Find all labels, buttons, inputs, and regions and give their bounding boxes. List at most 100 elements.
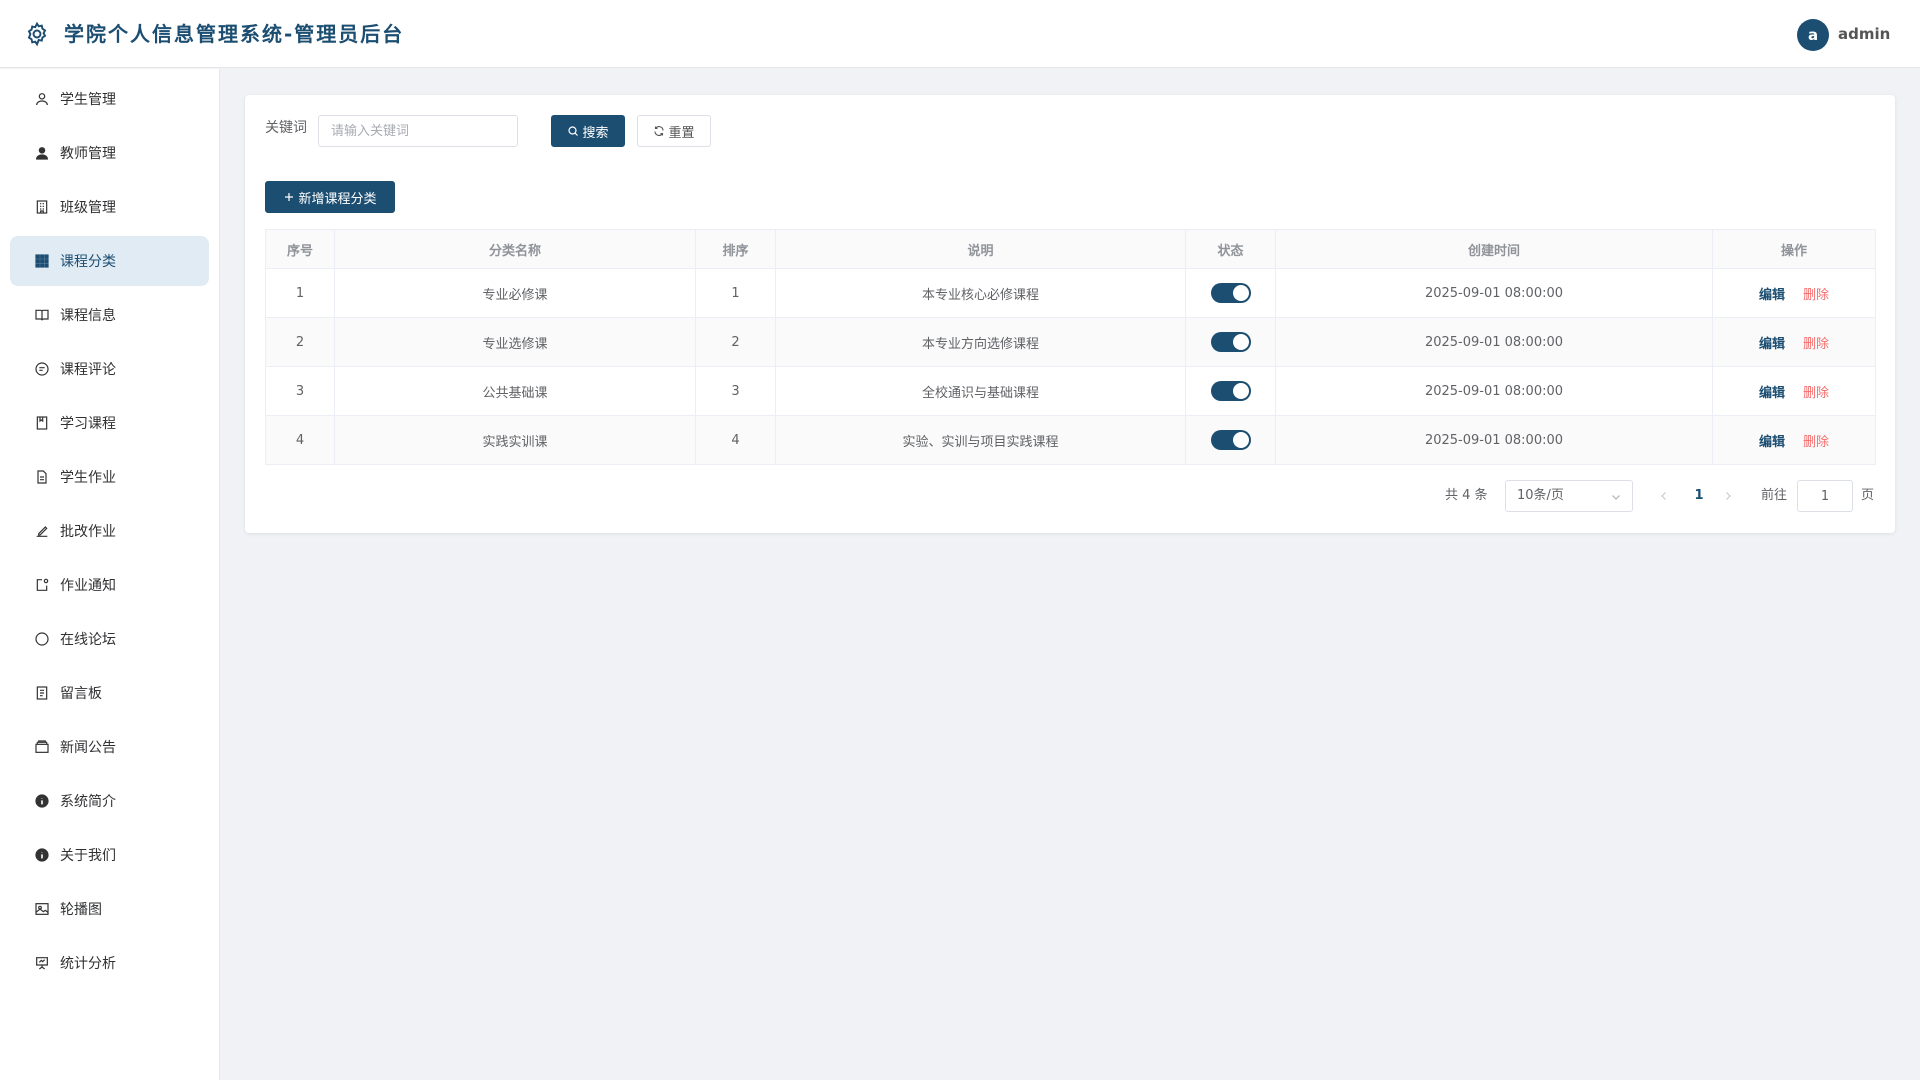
wallet-icon [34,739,50,755]
chart-board-icon [34,955,50,971]
status-toggle[interactable] [1210,332,1251,352]
sidebar-item[interactable]: 首页 [10,69,209,70]
delete-button[interactable]: 删除 [1803,435,1829,450]
sidebar-item-label: 在线论坛 [60,632,116,648]
goto-page-input[interactable] [1797,480,1853,512]
cell-name: 实践实训课 [334,415,696,465]
edit-button[interactable]: 编辑 [1759,386,1785,401]
reset-button[interactable]: 重置 [637,115,711,147]
sidebar-item-label: 学习课程 [60,416,116,432]
edit-button[interactable]: 编辑 [1759,288,1785,303]
cell-status [1185,366,1276,416]
column-header: 序号 [265,229,335,269]
document-icon [34,469,50,485]
cell-created-time: 2025-09-01 08:00:00 [1275,415,1713,465]
add-category-button[interactable]: 新增课程分类 [265,181,395,213]
cell-actions: 编辑 删除 [1712,415,1876,465]
sidebar-item-label: 统计分析 [60,956,116,972]
sidebar-item-label: 关于我们 [60,848,116,864]
chevron-down-icon [1612,495,1620,500]
sidebar-item[interactable]: 课程信息 [10,290,209,340]
sidebar-item[interactable]: 课程评论 [10,344,209,394]
category-table: 序号 分类名称 排序 说明 状态 创建时间 操作 1 专业必修课 1 本专业核心… [265,229,1876,465]
pagination-total: 共 4 条 [1445,488,1488,503]
sidebar-item[interactable]: 批改作业 [10,506,209,556]
cell-description: 全校通识与基础课程 [775,366,1186,416]
add-category-label: 新增课程分类 [298,191,377,207]
cell-index: 4 [265,415,335,465]
username[interactable]: admin [1838,0,1890,68]
sidebar-item-label: 课程信息 [60,308,116,324]
main-card: 关键词 搜索 重置 新增课程分类 序号 分类名称 排序 说明 状态 创建时间 操… [245,95,1895,533]
cell-actions: 编辑 删除 [1712,268,1876,318]
keyword-input[interactable] [318,115,518,147]
sidebar-item-label: 课程分类 [60,254,116,270]
sidebar-item[interactable]: 学生作业 [10,452,209,502]
status-toggle[interactable] [1210,430,1251,450]
sidebar-item[interactable]: 关于我们 [10,830,209,880]
edit-button[interactable]: 编辑 [1759,337,1785,352]
sidebar-item-label: 批改作业 [60,524,116,540]
sidebar-item[interactable]: 学生管理 [10,74,209,124]
notebook-icon [34,415,50,431]
sidebar: 首页学生管理教师管理班级管理课程分类课程信息课程评论学习课程学生作业批改作业作业… [0,69,220,1080]
cell-actions: 编辑 删除 [1712,317,1876,367]
goto-label: 前往 [1761,488,1788,503]
sidebar-item[interactable]: 作业通知 [10,560,209,610]
cell-name: 公共基础课 [334,366,696,416]
chevron-left-icon[interactable] [1658,490,1670,502]
cell-created-time: 2025-09-01 08:00:00 [1275,268,1713,318]
chat-icon [34,631,50,647]
search-button[interactable]: 搜索 [551,115,625,147]
cell-index: 1 [265,268,335,318]
sidebar-item[interactable]: 班级管理 [10,182,209,232]
keyword-label: 关键词 [265,120,307,136]
sidebar-item[interactable]: 轮播图 [10,884,209,934]
info-icon [34,847,50,863]
sidebar-item[interactable]: 课程分类 [10,236,209,286]
cell-description: 实验、实训与项目实践课程 [775,415,1186,465]
cell-index: 3 [265,366,335,416]
info-icon [34,793,50,809]
sidebar-item[interactable]: 学习课程 [10,398,209,448]
edit-button[interactable]: 编辑 [1759,435,1785,450]
sidebar-item[interactable]: 统计分析 [10,938,209,988]
cell-sort: 4 [695,415,776,465]
book-icon [34,307,50,323]
sidebar-item-label: 教师管理 [60,146,116,162]
page-size-select[interactable]: 10条/页 [1505,480,1633,512]
page-number[interactable]: 1 [1687,480,1711,512]
grid-icon [34,253,50,269]
sidebar-item-label: 留言板 [60,686,102,702]
avatar[interactable]: a [1797,19,1829,51]
column-header: 操作 [1712,229,1876,269]
user-filled-icon [34,145,50,161]
search-button-label: 搜索 [582,125,609,141]
sidebar-item-label: 作业通知 [60,578,116,594]
cell-name: 专业选修课 [334,317,696,367]
sidebar-item[interactable]: 留言板 [10,668,209,718]
status-toggle[interactable] [1210,381,1251,401]
sidebar-item-label: 学生作业 [60,470,116,486]
tickets-icon [34,685,50,701]
comment-icon [34,361,50,377]
cell-name: 专业必修课 [334,268,696,318]
cell-status [1185,317,1276,367]
delete-button[interactable]: 删除 [1803,386,1829,401]
sidebar-item[interactable]: 教师管理 [10,128,209,178]
sidebar-item[interactable]: 新闻公告 [10,722,209,772]
chevron-right-icon[interactable] [1722,490,1734,502]
sidebar-item[interactable]: 在线论坛 [10,614,209,664]
status-toggle[interactable] [1210,283,1251,303]
cell-status [1185,268,1276,318]
column-header: 说明 [775,229,1186,269]
delete-button[interactable]: 删除 [1803,337,1829,352]
cell-sort: 2 [695,317,776,367]
column-header: 状态 [1185,229,1276,269]
gear-icon [24,21,50,47]
delete-button[interactable]: 删除 [1803,288,1829,303]
table-row: 2 专业选修课 2 本专业方向选修课程 2025-09-01 08:00:00 … [265,317,1876,367]
app-title: 学院个人信息管理系统-管理员后台 [64,22,405,46]
sidebar-item[interactable]: 系统简介 [10,776,209,826]
cell-description: 本专业核心必修课程 [775,268,1186,318]
